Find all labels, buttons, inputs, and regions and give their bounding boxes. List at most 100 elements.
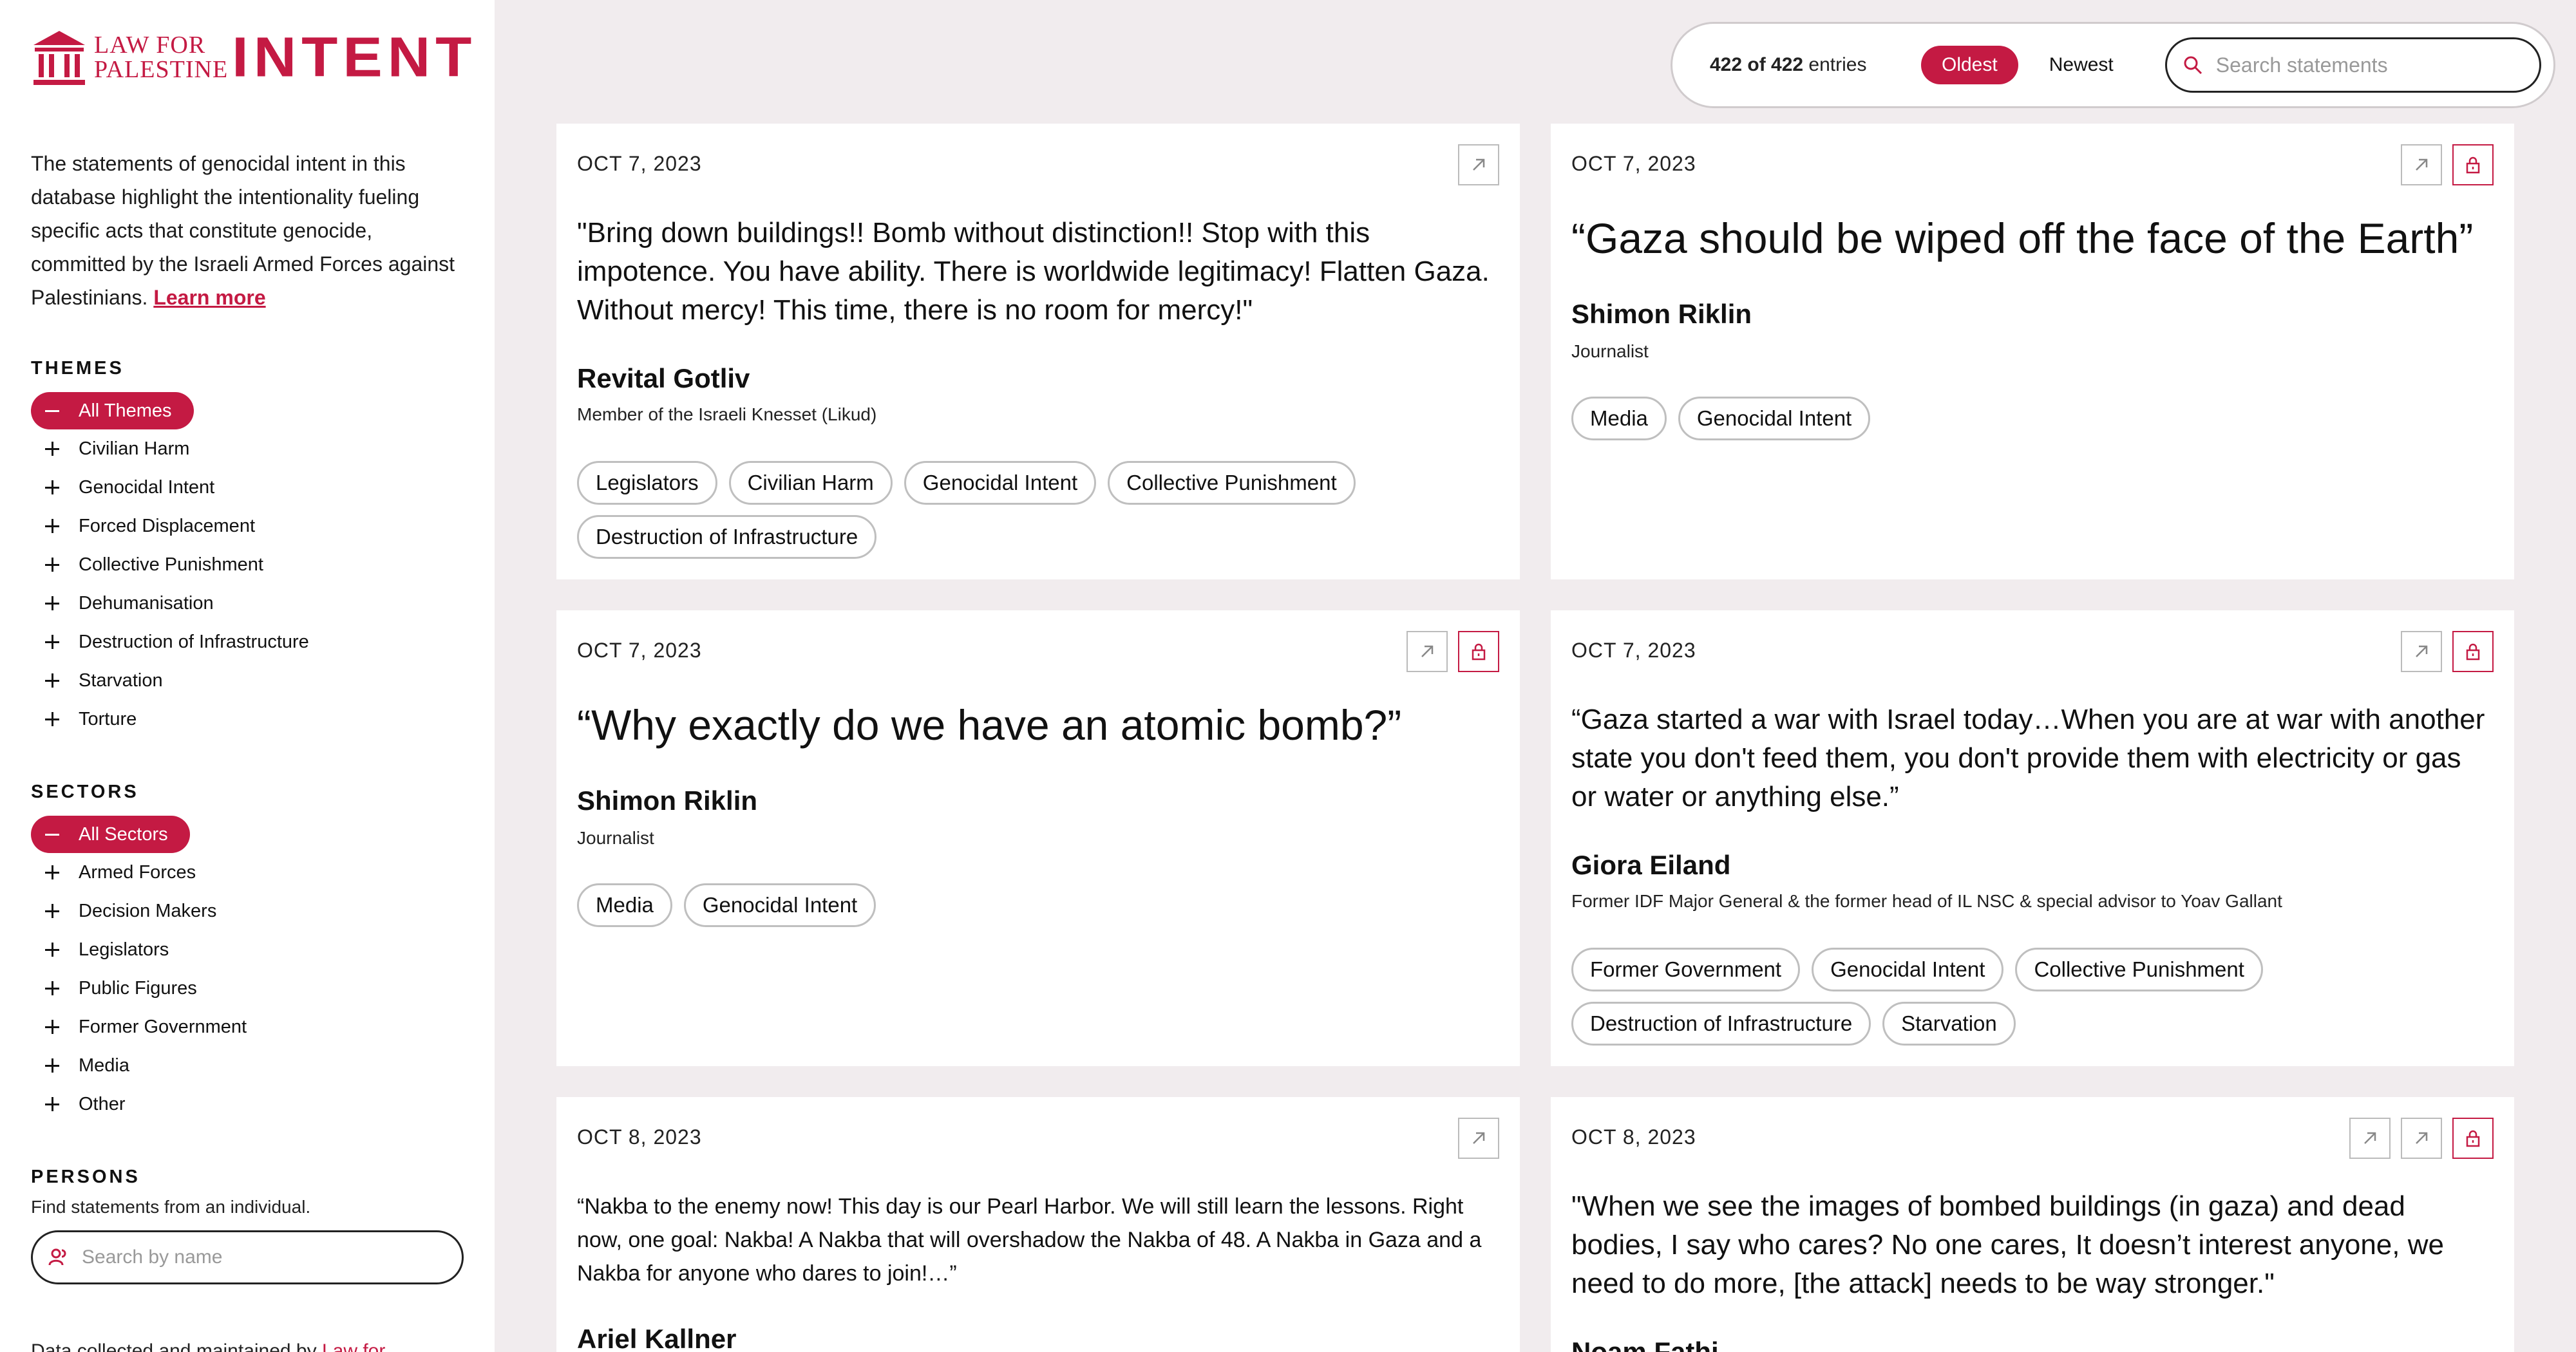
minus-icon <box>45 409 59 412</box>
theme-item[interactable]: Civilian Harm <box>31 429 464 468</box>
tag-chip[interactable]: Legislators <box>577 461 717 505</box>
theme-item[interactable]: Starvation <box>31 661 464 700</box>
tag-chip[interactable]: Collective Punishment <box>1108 461 1356 505</box>
all-themes-button[interactable]: All Themes <box>31 392 194 429</box>
plus-icon <box>45 904 59 918</box>
external-link-button[interactable] <box>2401 144 2442 185</box>
sector-item[interactable]: Public Figures <box>31 969 464 1008</box>
tag-chip[interactable]: Collective Punishment <box>2015 948 2263 991</box>
theme-item-label: Genocidal Intent <box>79 476 215 498</box>
external-link-icon <box>2412 1129 2431 1148</box>
tag-chip[interactable]: Genocidal Intent <box>1812 948 2004 991</box>
logo-line-1: LAW FOR <box>94 32 206 59</box>
external-link-button[interactable] <box>1458 1118 1499 1159</box>
theme-item[interactable]: Destruction of Infrastructure <box>31 623 464 661</box>
theme-item-label: Destruction of Infrastructure <box>79 631 309 652</box>
statement-date: OCT 7, 2023 <box>1571 152 1696 175</box>
entry-count-number: 422 of 422 <box>1710 54 1804 75</box>
tag-chip[interactable]: Starvation <box>1882 1002 2016 1046</box>
footer-link[interactable]: Law for <box>322 1340 385 1352</box>
tag-chip[interactable]: Destruction of Infrastructure <box>1571 1002 1871 1046</box>
plus-icon <box>45 596 59 610</box>
sector-item-label: Public Figures <box>79 977 197 999</box>
sector-item-label: Decision Makers <box>79 900 217 921</box>
all-sectors-label: All Sectors <box>79 823 168 845</box>
tag-chip[interactable]: Civilian Harm <box>728 461 893 505</box>
tag-chip[interactable]: Destruction of Infrastructure <box>577 515 877 559</box>
statement-card: OCT 7, 2023 "Bring down buildings!! Bomb … <box>556 124 1520 579</box>
plus-icon <box>45 712 59 726</box>
sector-item-label: Other <box>79 1093 126 1114</box>
theme-item[interactable]: Genocidal Intent <box>31 468 464 507</box>
lock-button[interactable] <box>1458 631 1499 672</box>
sector-item[interactable]: Decision Makers <box>31 892 464 930</box>
card-actions <box>2401 631 2494 672</box>
card-actions <box>1458 144 1499 185</box>
entry-count-suffix: entries <box>1803 54 1867 75</box>
speaker-role: Journalist <box>1571 341 1649 361</box>
lock-button[interactable] <box>2452 144 2494 185</box>
speaker-name[interactable]: Ariel Kallner <box>577 1324 736 1352</box>
sector-item-label: Media <box>79 1055 129 1076</box>
tag-chip[interactable]: Genocidal Intent <box>1678 397 1871 440</box>
statement-date: OCT 8, 2023 <box>1571 1125 1696 1149</box>
external-link-button[interactable] <box>2401 631 2442 672</box>
sectors-list: Armed Forces Decision Makers Legislators Pu… <box>31 853 464 1123</box>
external-link-button[interactable] <box>1406 631 1448 672</box>
external-link-button[interactable] <box>1458 144 1499 185</box>
plus-icon <box>45 673 59 688</box>
sector-item[interactable]: Armed Forces <box>31 853 464 892</box>
statement-card: OCT 8, 2023 “Nakba to the enemy now! This… <box>556 1097 1520 1352</box>
external-link-icon <box>2412 155 2431 174</box>
search-icon <box>2184 56 2202 75</box>
person-search-input[interactable] <box>82 1246 442 1268</box>
speaker-name[interactable]: Revital Gotliv <box>577 363 750 394</box>
plus-icon <box>45 865 59 879</box>
person-search-box[interactable] <box>31 1230 464 1284</box>
speaker-name[interactable]: Noam Fathi <box>1571 1337 1719 1352</box>
tag-chip[interactable]: Media <box>1571 397 1667 440</box>
tag-chip[interactable]: Former Government <box>1571 948 1801 991</box>
external-link-button[interactable] <box>2401 1118 2442 1159</box>
tag-chip[interactable]: Genocidal Intent <box>683 883 876 927</box>
speaker-name[interactable]: Shimon Riklin <box>1571 299 1752 330</box>
statement-search-input[interactable] <box>2215 53 2525 77</box>
all-sectors-button[interactable]: All Sectors <box>31 816 190 853</box>
statement-quote: "Bring down buildings!! Bomb without dis… <box>577 217 1490 326</box>
lock-button[interactable] <box>2452 1118 2494 1159</box>
external-link-button[interactable] <box>2349 1118 2391 1159</box>
tag-chip[interactable]: Genocidal Intent <box>904 461 1097 505</box>
courthouse-logo-icon <box>33 31 85 85</box>
statement-card: OCT 8, 2023 "When we see the images of bo… <box>1551 1097 2514 1352</box>
sector-item[interactable]: Former Government <box>31 1008 464 1046</box>
theme-item[interactable]: Torture <box>31 700 464 738</box>
statement-card: OCT 7, 2023 “Gaza should be wiped off the… <box>1551 124 2514 579</box>
sort-newest-button[interactable]: Newest <box>2049 54 2114 76</box>
all-themes-label: All Themes <box>79 400 172 421</box>
themes-list: Civilian Harm Genocidal Intent Forced Disp… <box>31 429 464 738</box>
sector-item[interactable]: Other <box>31 1085 464 1123</box>
statement-search-box[interactable] <box>2164 37 2541 93</box>
theme-item[interactable]: Dehumanisation <box>31 584 464 623</box>
tag-chip[interactable]: Media <box>577 883 672 927</box>
statement-date: OCT 7, 2023 <box>577 152 702 175</box>
theme-item-label: Forced Displacement <box>79 515 255 536</box>
lock-icon <box>2463 1129 2483 1148</box>
site-logo[interactable]: LAW FOR PALESTINE INTENT <box>31 28 477 86</box>
sector-item-label: Legislators <box>79 939 169 960</box>
sort-oldest-button[interactable]: Oldest <box>1921 46 2018 84</box>
sidebar: LAW FOR PALESTINE INTENT The statements … <box>0 0 495 1352</box>
lock-icon <box>2463 155 2483 174</box>
speaker-name[interactable]: Shimon Riklin <box>577 785 757 816</box>
theme-item[interactable]: Collective Punishment <box>31 545 464 584</box>
speaker-name[interactable]: Giora Eiland <box>1571 850 1730 881</box>
learn-more-link[interactable]: Learn more <box>153 286 265 309</box>
sector-item[interactable]: Legislators <box>31 930 464 969</box>
statement-quote: “Gaza should be wiped off the face of th… <box>1571 214 2474 262</box>
lock-button[interactable] <box>2452 631 2494 672</box>
theme-item[interactable]: Forced Displacement <box>31 507 464 545</box>
statement-date: OCT 8, 2023 <box>577 1125 702 1149</box>
sector-item[interactable]: Media <box>31 1046 464 1085</box>
plus-icon <box>45 981 59 995</box>
sectors-title: SECTORS <box>31 782 139 802</box>
